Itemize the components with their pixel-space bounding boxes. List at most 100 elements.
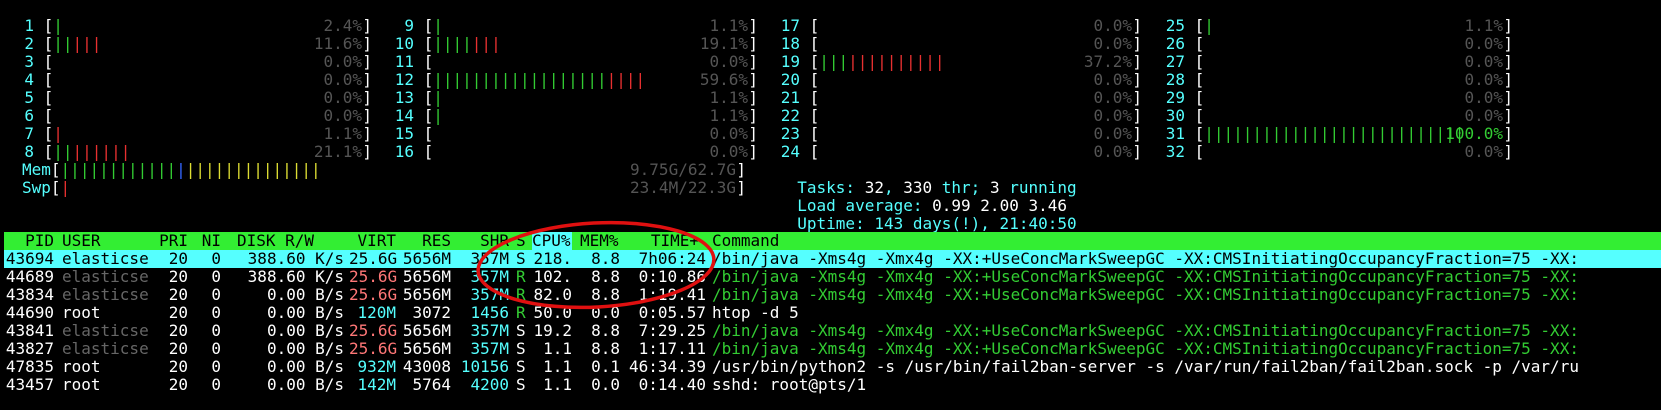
meter-open-bracket: [: [34, 34, 54, 53]
cpu-bar-segment: |||: [471, 34, 501, 53]
meter-close-bracket: ]: [362, 142, 372, 161]
cpu-bar-segment: |||: [819, 52, 849, 71]
meter-open-bracket: [: [800, 70, 820, 89]
meter-open-bracket: [: [414, 16, 434, 35]
process-ni: 0: [211, 339, 221, 358]
meter-close-bracket: ]: [748, 52, 758, 71]
process-row[interactable]: 43827 elasticse 20 0 0.00 B/s 25.6G 5656M 357M S…: [4, 340, 1661, 358]
cpu-percent: 37.2%: [1083, 52, 1132, 71]
column-shr[interactable]: SHR: [456, 232, 509, 250]
meter-close-bracket: ]: [1503, 70, 1513, 89]
process-user: elasticse: [62, 321, 149, 340]
meter-open-bracket: [: [1185, 70, 1205, 89]
process-cpu: 1.1: [543, 339, 572, 358]
process-s: S: [516, 249, 526, 268]
process-cpu: 1.1: [543, 375, 572, 394]
process-user: elasticse: [62, 267, 149, 286]
cpu-percent: 1.1%: [709, 106, 748, 125]
process-command: /usr/bin/python2 -s /usr/bin/fail2ban-se…: [712, 358, 1579, 376]
process-command: /bin/java -Xms4g -Xmx4g -XX:+UseConcMark…: [712, 340, 1579, 358]
process-ni: 0: [211, 285, 221, 304]
meter-open-bracket: [: [414, 88, 434, 107]
cpu-bar-segment: |: [53, 124, 63, 143]
mem-meter: Mem[||||||||||||||||||||||||||| 9.75G/62.…: [22, 160, 746, 179]
mem-label: Mem: [22, 160, 51, 179]
cpu-percent: 0.0%: [1093, 142, 1132, 161]
process-time: 46:34.39: [628, 357, 706, 376]
cpu-percent: 0.0%: [709, 124, 748, 143]
column-state[interactable]: S: [516, 232, 526, 250]
process-row[interactable]: 47835 root 20 0 0.00 B/s 932M 43008 10156 S 1.1 0.…: [4, 358, 1661, 376]
cpu-index: 28: [1165, 70, 1185, 89]
process-shr: 357M: [470, 249, 509, 268]
cpu-percent: 1.1%: [323, 124, 362, 143]
cpu-meter-13: 13 [| 1.1%]: [384, 89, 762, 107]
process-command: /bin/java -Xms4g -Xmx4g -XX:+UseConcMark…: [712, 322, 1579, 340]
column-time[interactable]: TIME+: [634, 232, 699, 250]
column-ni[interactable]: NI: [194, 232, 221, 250]
process-row[interactable]: 44689 elasticse 20 0 388.60 K/s 25.6G 5656M 357…: [4, 268, 1661, 286]
cpu-index: 13: [394, 88, 414, 107]
process-command: /bin/java -Xms4g -Xmx4g -XX:+UseConcMark…: [712, 268, 1579, 286]
process-pri: 20: [168, 375, 188, 394]
cpu-meter-27: 27 [0.0%]: [1155, 53, 1517, 71]
cpu-bar-segment: ||||: [433, 34, 472, 53]
cpu-percent: 0.0%: [1464, 34, 1503, 53]
process-mem: 0.1: [591, 357, 620, 376]
cpu-index: 23: [780, 124, 800, 143]
process-mem: 8.8: [591, 285, 620, 304]
process-user: root: [62, 303, 101, 322]
process-cpu: 50.0: [533, 303, 572, 322]
cpu-index: 11: [394, 52, 414, 71]
column-pri[interactable]: PRI: [154, 232, 188, 250]
meter-close-bracket: ]: [748, 34, 758, 53]
cpu-meter-12: 12 [|||||||||||||||||||||| 59.6%]: [384, 71, 762, 89]
meter-close-bracket: ]: [1503, 124, 1513, 143]
cpu-index: 29: [1165, 88, 1185, 107]
meter-open-bracket: [: [800, 34, 820, 53]
process-row[interactable]: 44690 root 20 0 0.00 B/s 120M 3072 1456 R 50.0 0.0…: [4, 304, 1661, 322]
process-mem: 8.8: [591, 267, 620, 286]
column-user[interactable]: USER: [62, 232, 101, 250]
meter-close-bracket: ]: [1503, 34, 1513, 53]
process-disk: 0.00 B/s: [266, 339, 344, 358]
meter-close-bracket: ]: [1132, 124, 1142, 143]
process-virt: 25.6G: [349, 339, 398, 358]
process-time: 1:19.41: [638, 285, 706, 304]
meter-open-bracket: [: [1185, 142, 1205, 161]
process-row[interactable]: 43457 root 20 0 0.00 B/s 142M 5764 4200 S 1.1 0.0 0…: [4, 376, 1661, 394]
column-disk[interactable]: DISK R/W: [226, 232, 314, 250]
mem-bar-segment: |: [176, 160, 186, 179]
cpu-index: 25: [1165, 16, 1185, 35]
column-res[interactable]: RES: [396, 232, 451, 250]
column-command[interactable]: Command: [712, 232, 779, 250]
meter-close-bracket: ]: [1132, 70, 1142, 89]
column-mem[interactable]: MEM%: [580, 232, 619, 250]
column-virt[interactable]: VIRT: [349, 232, 396, 250]
process-table-header[interactable]: PID USER PRI NI DISK R/W VIRT RES SHR S …: [4, 232, 1661, 250]
column-pid[interactable]: PID: [4, 232, 54, 250]
process-time: 1:17.11: [638, 339, 706, 358]
meter-close-bracket: ]: [748, 16, 758, 35]
column-cpu[interactable]: CPU%: [532, 232, 572, 250]
cpu-index: 17: [780, 16, 800, 35]
meter-open-bracket: [: [414, 142, 434, 161]
process-shr: 357M: [470, 267, 509, 286]
process-s: S: [516, 357, 526, 376]
process-row[interactable]: 43834 elasticse 20 0 0.00 B/s 25.6G 5656M 357M R…: [4, 286, 1661, 304]
process-shr: 10156: [460, 357, 509, 376]
meter-close-bracket: ]: [362, 88, 372, 107]
process-row[interactable]: 43841 elasticse 20 0 0.00 B/s 25.6G 5656M 357M S…: [4, 322, 1661, 340]
process-row[interactable]: 43694 elasticse 20 0 388.60 K/s 25.6G 5656M 357…: [4, 250, 1661, 268]
process-s: R: [516, 267, 526, 286]
cpu-index: 27: [1165, 52, 1185, 71]
cpu-percent: 0.0%: [323, 70, 362, 89]
meter-open-bracket: [: [34, 88, 54, 107]
cpu-percent: 0.0%: [709, 52, 748, 71]
process-disk: 0.00 B/s: [266, 375, 344, 394]
cpu-percent: 0.0%: [1093, 34, 1132, 53]
cpu-meter-11: 11 [0.0%]: [384, 53, 762, 71]
process-ni: 0: [211, 303, 221, 322]
process-ni: 0: [211, 321, 221, 340]
process-shr: 357M: [470, 285, 509, 304]
